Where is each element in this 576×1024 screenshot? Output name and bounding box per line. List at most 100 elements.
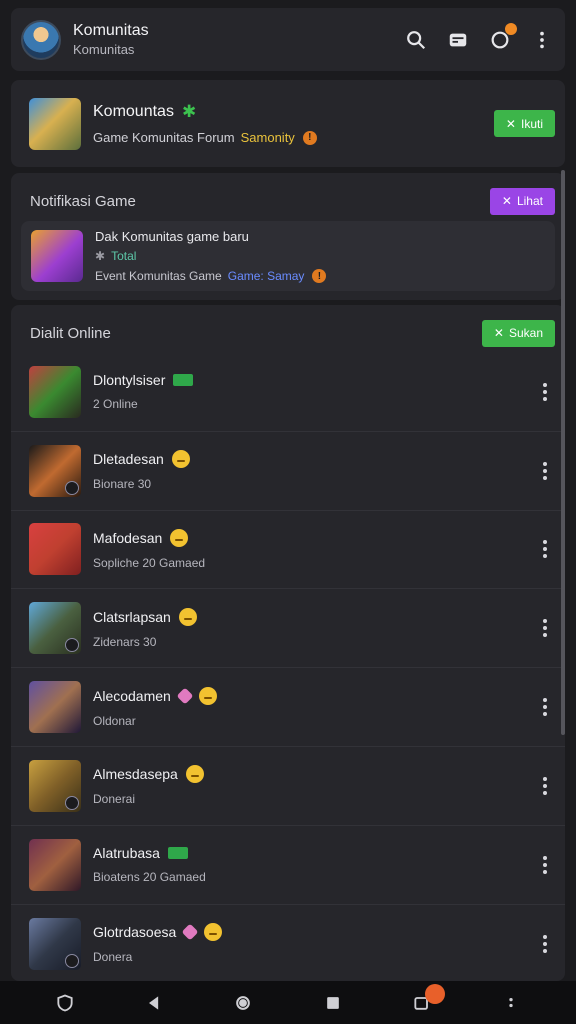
community-card[interactable]: Komountas ✱ Game Komunitas Forum Samonit… [11, 80, 565, 167]
more-options-icon[interactable] [535, 692, 555, 722]
community-meta-accent: Samonity [240, 130, 295, 145]
notification-subtitle: ✱ Total [95, 249, 326, 263]
player-list: Dlontylsiser 2 Online Dletadesan Bionare 30… [11, 353, 565, 983]
player-name-text: Almesdasepa [93, 766, 178, 783]
notification-icon[interactable] [489, 22, 517, 51]
player-status: Bionare 30 [93, 477, 152, 492]
player-avatar [29, 365, 81, 418]
search-icon[interactable] [405, 29, 427, 51]
chat-icon[interactable] [447, 29, 469, 51]
player-status: Oldonar [93, 713, 136, 728]
online-action-label: Sukan [508, 326, 543, 340]
back-icon[interactable] [139, 988, 169, 1018]
player-info: Glotrdasoesa Donera [93, 923, 535, 964]
player-avatar [29, 759, 81, 812]
player-row[interactable]: Mafodesan Sopliche 20 Gamaed [11, 511, 565, 590]
player-info: Mafodesan Sopliche 20 Gamaed [93, 528, 535, 570]
notification-meta-accent: Game: Samay [227, 269, 305, 283]
player-avatar [29, 523, 81, 576]
recents-icon[interactable] [318, 988, 348, 1018]
pin-icon: ✱ [95, 249, 106, 263]
more-options-icon[interactable] [535, 929, 555, 959]
more-options-icon[interactable] [535, 613, 555, 643]
header-text: Komunitas Komunitas [73, 22, 385, 57]
player-row[interactable]: Dlontylsiser 2 Online [11, 353, 565, 432]
player-name: Clatsrlapsan [93, 607, 535, 626]
player-name-text: Alatrubasa [93, 845, 160, 862]
more-icon[interactable] [531, 29, 553, 51]
more-options-icon[interactable] [535, 850, 555, 880]
view-button[interactable]: ✕ Lihat [489, 187, 555, 215]
close-x-icon: ✕ [493, 326, 504, 340]
notification-meta-text: Event Komunitas Game [95, 269, 222, 283]
player-status: Donera [93, 950, 133, 965]
page-subtitle: Komunitas [73, 42, 135, 57]
player-name: Alatrubasa [93, 845, 535, 861]
home-icon[interactable] [228, 988, 258, 1018]
notification-title: Dak Komunitas game baru [95, 229, 249, 244]
avatar[interactable] [21, 19, 61, 60]
player-status: Donerai [93, 792, 136, 807]
notification-item[interactable]: Dak Komunitas game baru ✱ Total Event Ko… [21, 221, 555, 291]
bottom-navigation [0, 981, 576, 1024]
gem-icon [181, 923, 199, 941]
shield-icon[interactable] [50, 988, 80, 1018]
community-title-text: Komountas [93, 103, 174, 120]
emoji-icon [204, 923, 223, 942]
player-row[interactable]: Alatrubasa Bioatens 20 Gamaed [11, 826, 565, 905]
notification-subtitle-text: Total [111, 249, 137, 263]
more-options-icon[interactable] [535, 534, 555, 564]
notification-text: Dak Komunitas game baru ✱ Total Event Ko… [95, 229, 327, 283]
player-info: Dlontylsiser 2 Online [93, 372, 535, 411]
notifications-title: Notifikasi Game [30, 192, 136, 210]
notification-badge [505, 22, 517, 35]
player-row[interactable]: Glotrdasoesa Donera [11, 905, 565, 984]
player-row[interactable]: Clatsrlapsan Zidenars 30 [11, 589, 565, 669]
platform-badge-icon [65, 638, 79, 653]
emoji-icon [185, 765, 204, 784]
notifications-header: Notifikasi Game ✕ Lihat [11, 173, 565, 219]
platform-badge-icon [65, 795, 79, 810]
player-row[interactable]: Dletadesan Bionare 30 [11, 432, 565, 511]
notifications-section: Notifikasi Game ✕ Lihat Dak Komunitas ga… [11, 173, 565, 300]
player-avatar [29, 681, 81, 734]
player-row[interactable]: Almesdasepa Donerai [11, 747, 565, 826]
player-row[interactable]: Alecodamen Oldonar [11, 668, 565, 747]
gem-icon [176, 687, 194, 705]
player-name: Almesdasepa [93, 765, 535, 784]
player-status: Sopliche 20 Gamaed [93, 555, 206, 570]
community-meta: Game Komunitas Forum Samonity ! [93, 130, 494, 145]
game-tag-icon [173, 374, 194, 387]
emoji-icon [170, 528, 189, 547]
notification-icon[interactable] [407, 983, 445, 1018]
online-action-button[interactable]: ✕ Sukan [481, 319, 555, 347]
player-name: Dlontylsiser [93, 372, 535, 388]
player-name-text: Glotrdasoesa [93, 924, 177, 941]
close-x-icon: ✕ [501, 194, 512, 208]
warning-icon: ! [312, 269, 327, 283]
emoji-icon [198, 686, 217, 705]
community-title: Komountas ✱ [93, 102, 494, 122]
join-button[interactable]: ✕ Ikuti [493, 110, 555, 137]
app-header: Komunitas Komunitas [11, 8, 565, 71]
more-icon[interactable] [496, 988, 526, 1018]
warning-icon: ! [302, 130, 317, 145]
more-options-icon[interactable] [535, 377, 555, 407]
notification-thumbnail [31, 230, 83, 282]
player-name-text: Alecodamen [93, 687, 171, 704]
close-x-icon: ✕ [505, 116, 516, 131]
scrollbar[interactable] [561, 170, 565, 735]
player-status: Bioatens 20 Gamaed [93, 870, 206, 885]
platform-badge-icon [65, 480, 79, 495]
notification-badge [424, 983, 445, 1004]
player-name-text: Dletadesan [93, 451, 164, 468]
player-name: Dletadesan [93, 450, 535, 469]
online-section: Dialit Online ✕ Sukan Dlontylsiser 2 Onli… [11, 305, 565, 981]
more-options-icon[interactable] [535, 456, 555, 486]
player-avatar [29, 838, 81, 891]
player-name-text: Mafodesan [93, 529, 163, 546]
notification-meta: Event Komunitas Game Game: Samay ! [95, 269, 327, 283]
player-info: Clatsrlapsan Zidenars 30 [93, 607, 535, 649]
player-name: Glotrdasoesa [93, 923, 535, 942]
more-options-icon[interactable] [535, 771, 555, 801]
